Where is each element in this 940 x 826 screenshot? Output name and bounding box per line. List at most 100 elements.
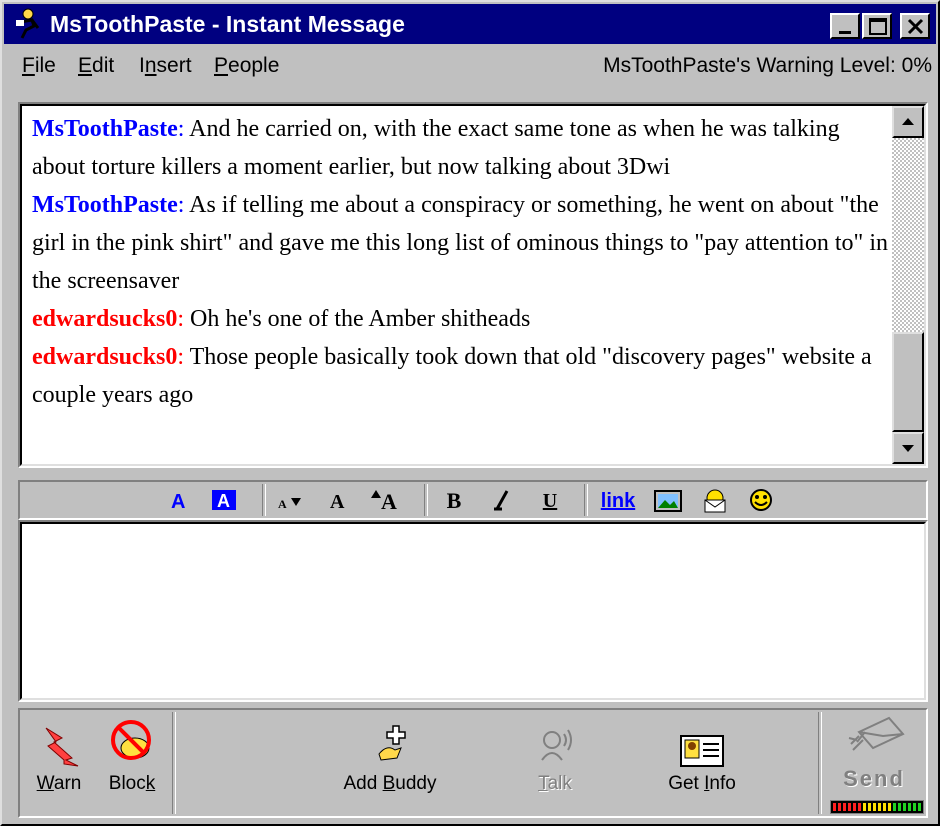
- menu-bar: File Edit Insert People MsToothPaste's W…: [4, 48, 936, 84]
- text-color-icon: A: [171, 491, 185, 513]
- add-buddy-icon: [378, 725, 406, 761]
- message: edwardsucks0: Oh he's one of the Amber s…: [32, 306, 531, 332]
- conversation-scrollbar[interactable]: [892, 106, 924, 464]
- warn-label: Warn: [36, 773, 82, 794]
- block-label: Block: [108, 773, 156, 794]
- svg-text:A: A: [381, 489, 397, 514]
- svg-text:A: A: [278, 497, 287, 511]
- aim-running-man-icon: [16, 8, 40, 39]
- conversation-text[interactable]: MsToothPaste: And he carried on, with th…: [32, 110, 892, 414]
- meter-segment: [898, 803, 901, 811]
- send-icon: [848, 716, 905, 751]
- format-toolbar: A A A A A B U link: [18, 480, 928, 520]
- background-color-icon: A: [212, 490, 236, 511]
- insert-smiley-button[interactable]: [746, 486, 776, 516]
- meter-segment: [873, 803, 876, 811]
- lightning-bolt-icon: [45, 727, 79, 767]
- toolbar-separator: [424, 484, 428, 516]
- message-sender: edwardsucks0: [32, 344, 178, 370]
- message-sender: edwardsucks0: [32, 306, 178, 332]
- bold-button[interactable]: B: [440, 486, 468, 516]
- meter-segment: [903, 803, 906, 811]
- maximize-button[interactable]: [862, 13, 892, 39]
- block-icon: [111, 720, 151, 760]
- action-bar: Warn Block Add Buddy Talk Get Info Send: [18, 708, 928, 818]
- scroll-thumb[interactable]: [892, 332, 924, 432]
- window-title: MsToothPaste - Instant Message: [50, 11, 405, 37]
- scroll-up-button[interactable]: [892, 106, 924, 138]
- meter-segment: [858, 803, 861, 811]
- get-info-button[interactable]: Get Info: [656, 714, 748, 810]
- minimize-button[interactable]: [830, 13, 860, 39]
- meter-segment: [833, 803, 836, 811]
- send-button[interactable]: Send: [822, 714, 926, 814]
- insert-link-button[interactable]: link: [598, 486, 638, 516]
- meter-segment: [913, 803, 916, 811]
- menu-file[interactable]: File: [22, 52, 56, 80]
- meter-segment: [863, 803, 866, 811]
- title-bar[interactable]: MsToothPaste - Instant Message: [4, 4, 936, 44]
- toolbar-separator: [262, 484, 266, 516]
- message-input[interactable]: [20, 522, 926, 700]
- decrease-font-icon: A: [278, 497, 301, 511]
- meter-segment: [883, 803, 886, 811]
- send-label: Send: [843, 766, 905, 791]
- block-button[interactable]: Block: [92, 714, 172, 810]
- send-rate-meter: [830, 800, 924, 814]
- conversation-pane: MsToothPaste: And he carried on, with th…: [18, 102, 928, 468]
- meter-segment: [853, 803, 856, 811]
- add-buddy-button[interactable]: Add Buddy: [338, 714, 442, 810]
- underline-button[interactable]: U: [536, 486, 564, 516]
- message: MsToothPaste: As if telling me about a c…: [32, 192, 888, 294]
- close-icon: [907, 18, 924, 35]
- message-input-pane: [18, 520, 928, 702]
- meter-segment: [878, 803, 881, 811]
- id-card-icon: [680, 735, 724, 767]
- talk-button[interactable]: Talk: [510, 714, 600, 810]
- menu-people[interactable]: People: [214, 52, 279, 80]
- maximize-icon: [869, 18, 887, 35]
- meter-segment: [838, 803, 841, 811]
- add-buddy-label: Add Buddy: [343, 773, 437, 794]
- warning-level: MsToothPaste's Warning Level: 0%: [603, 54, 932, 77]
- meter-segment: [893, 803, 896, 811]
- close-button[interactable]: [900, 13, 930, 39]
- menu-insert[interactable]: Insert: [139, 52, 192, 80]
- arrow-down-icon: [902, 445, 914, 452]
- increase-font-button[interactable]: A: [368, 486, 404, 516]
- insert-emoticon-menu-button[interactable]: [700, 486, 730, 516]
- italic-button[interactable]: [488, 486, 516, 516]
- meter-segment: [868, 803, 871, 811]
- menu-edit[interactable]: Edit: [78, 52, 114, 80]
- meter-segment: [908, 803, 911, 811]
- meter-segment: [918, 803, 921, 811]
- svg-text:A: A: [330, 491, 345, 513]
- scroll-down-button[interactable]: [892, 432, 924, 464]
- warn-button[interactable]: Warn: [20, 714, 98, 810]
- normal-font-icon: A: [330, 491, 345, 513]
- decrease-font-button[interactable]: A: [276, 486, 306, 516]
- insert-image-button[interactable]: [652, 486, 684, 516]
- smiley-icon: [750, 489, 772, 511]
- meter-segment: [848, 803, 851, 811]
- italic-icon: [494, 490, 509, 511]
- svg-text:A: A: [171, 491, 185, 513]
- message-sender: MsToothPaste: [32, 116, 178, 142]
- action-bar-separator: [172, 712, 176, 814]
- meter-segment: [843, 803, 846, 811]
- envelope-smiley-icon: [704, 489, 726, 513]
- message: MsToothPaste: And he carried on, with th…: [32, 116, 840, 180]
- get-info-label: Get Info: [668, 773, 736, 794]
- toolbar-separator: [584, 484, 588, 516]
- image-icon: [654, 490, 682, 512]
- talk-icon: [541, 729, 572, 761]
- talk-label: Talk: [538, 773, 572, 794]
- text-color-button[interactable]: A: [166, 486, 192, 516]
- normal-font-button[interactable]: A: [326, 486, 352, 516]
- minimize-icon: [839, 31, 851, 34]
- message-sender: MsToothPaste: [32, 192, 178, 218]
- background-color-button[interactable]: A: [210, 486, 238, 516]
- message-text: Oh he's one of the Amber shitheads: [190, 306, 531, 332]
- svg-text:A: A: [217, 491, 230, 511]
- meter-segment: [888, 803, 891, 811]
